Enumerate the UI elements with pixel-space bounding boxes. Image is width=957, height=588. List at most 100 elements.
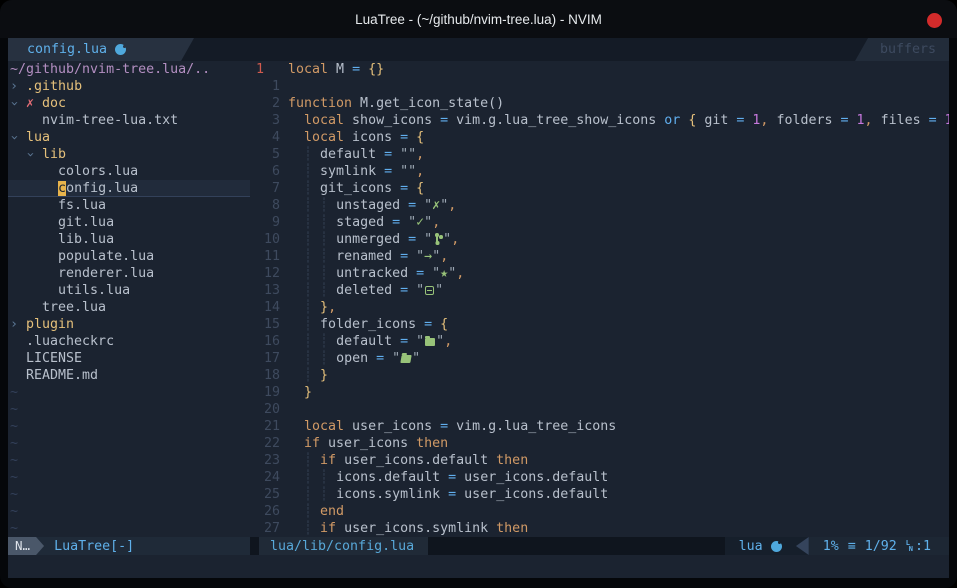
code-line[interactable]: 9 ┊ ┊ staged = "✓",: [250, 214, 949, 231]
terminal-content: config.lua buffers ~/github/nvim-tree.lu…: [8, 38, 949, 578]
code-line[interactable]: 18 ┊ }: [250, 367, 949, 384]
line-number: 2: [250, 95, 280, 112]
git-unstaged-icon: ✗: [26, 96, 34, 111]
code-line[interactable]: 12 ┊ ┊ untracked = "★",: [250, 265, 949, 282]
tree-window-label: LuaTree[-]: [54, 539, 134, 554]
window-separator[interactable]: [250, 537, 259, 555]
empty-line-tilde: ~: [8, 435, 250, 452]
code-line[interactable]: 8 ┊ ┊ unstaged = "✗",: [250, 197, 949, 214]
tree-item[interactable]: tree.lua: [8, 299, 250, 316]
code-line[interactable]: 4 local icons = {: [250, 129, 949, 146]
tree-item[interactable]: › plugin: [8, 316, 250, 333]
code-line[interactable]: 11 ┊ ┊ renamed = "→",: [250, 248, 949, 265]
code-line[interactable]: 27 ┊ if user_icons.symlink then: [250, 520, 949, 537]
tree-item[interactable]: populate.lua: [8, 248, 250, 265]
line-number: 18: [250, 367, 280, 384]
tree-item[interactable]: README.md: [8, 367, 250, 384]
line-number: 3: [250, 112, 280, 129]
code-line[interactable]: 17 ┊ ┊ open = "": [250, 350, 949, 367]
tree-item[interactable]: nvim-tree-lua.txt: [8, 112, 250, 129]
code-line[interactable]: 7 ┊ git_icons = {: [250, 180, 949, 197]
line-number: 12: [250, 265, 280, 282]
empty-line-tilde: ~: [8, 452, 250, 469]
tree-item[interactable]: › lib: [8, 146, 250, 163]
line-number: 14: [250, 299, 280, 316]
line-number: 5: [250, 146, 280, 163]
code-line[interactable]: 23 ┊ if user_icons.default then: [250, 452, 949, 469]
line-number-icon: LN: [906, 540, 913, 552]
line-number: 4: [250, 129, 280, 146]
tree-item[interactable]: fs.lua: [8, 197, 250, 214]
tree-item[interactable]: › .github: [8, 78, 250, 95]
line-number: 15: [250, 316, 280, 333]
tree-item[interactable]: renderer.lua: [8, 265, 250, 282]
tree-item[interactable]: LICENSE: [8, 350, 250, 367]
chevron-collapsed-icon: ›: [10, 79, 18, 94]
buffers-label: buffers: [880, 42, 936, 57]
tree-item[interactable]: config.lua: [8, 180, 250, 197]
titlebar: LuaTree - (~/github/nvim-tree.lua) - NVI…: [0, 0, 957, 38]
code-line[interactable]: 10 ┊ ┊ unmerged = "",: [250, 231, 949, 248]
filetype-segment: lua: [725, 537, 794, 555]
code-line[interactable]: 1local M = {}: [250, 61, 949, 78]
tree-item[interactable]: utils.lua: [8, 282, 250, 299]
line-number: 22: [250, 435, 280, 452]
line-number: 27: [250, 520, 280, 537]
empty-line-tilde: ~: [8, 486, 250, 503]
buffers-tab[interactable]: buffers: [855, 38, 949, 61]
tree-item[interactable]: colors.lua: [8, 163, 250, 180]
code-line[interactable]: 14 ┊ },: [250, 299, 949, 316]
code-line[interactable]: 21 local user_icons = vim.g.lua_tree_ico…: [250, 418, 949, 435]
tree-item[interactable]: › ✗ doc: [8, 95, 250, 112]
code-line[interactable]: 24 ┊ ┊ icons.default = user_icons.defaul…: [250, 469, 949, 486]
git-branch-icon: [433, 233, 442, 245]
position-segment: 1% ≡ 1/92 LN :1: [809, 537, 949, 555]
empty-line-tilde: ~: [8, 418, 250, 435]
code-line[interactable]: 2function M.get_icon_state(): [250, 95, 949, 112]
mode-indicator: N…: [8, 537, 44, 555]
block-cursor: c: [58, 181, 66, 196]
line-number: 23: [250, 452, 280, 469]
chevron-collapsed-icon: ›: [10, 317, 18, 332]
code-line[interactable]: 15 ┊ folder_icons = {: [250, 316, 949, 333]
column-label: :1: [915, 539, 931, 554]
code-line[interactable]: 20: [250, 401, 949, 418]
tree-item[interactable]: lib.lua: [8, 231, 250, 248]
tree-statusline: N… LuaTree[-]: [8, 537, 250, 555]
code-line[interactable]: 26 ┊ end: [250, 503, 949, 520]
line-number: 13: [250, 282, 280, 299]
code-line[interactable]: 13 ┊ ┊ deleted = "": [250, 282, 949, 299]
code-line[interactable]: 22 if user_icons then: [250, 435, 949, 452]
command-line[interactable]: [8, 555, 949, 578]
tree-item[interactable]: ~/github/nvim-tree.lua/..: [8, 61, 250, 78]
code-line[interactable]: 1: [250, 78, 949, 95]
tree-item[interactable]: .luacheckrc: [8, 333, 250, 350]
lua-moon-icon: [115, 44, 126, 55]
file-tree: ~/github/nvim-tree.lua/..› .github› ✗ do…: [8, 61, 250, 537]
tree-item[interactable]: › lua: [8, 129, 250, 146]
line-number: 11: [250, 248, 280, 265]
code-line[interactable]: 25 ┊ ┊ icons.symlink = user_icons.defaul…: [250, 486, 949, 503]
code-line[interactable]: 5 ┊ default = "",: [250, 146, 949, 163]
code-editor: 1local M = {}12function M.get_icon_state…: [250, 61, 949, 537]
code-line[interactable]: 3 local show_icons = vim.g.lua_tree_show…: [250, 112, 949, 129]
code-line[interactable]: 19 }: [250, 384, 949, 401]
line-number: 26: [250, 503, 280, 520]
folder-closed-icon: [425, 338, 435, 346]
code-line[interactable]: 16 ┊ ┊ default = "",: [250, 333, 949, 350]
line-number: 10: [250, 231, 280, 248]
line-number: 7: [250, 180, 280, 197]
file-statusline: lua/lib/config.lua lua 1% ≡ 1/92 LN :1: [259, 537, 949, 555]
tab-config-lua[interactable]: config.lua: [8, 38, 194, 61]
code-line[interactable]: 6 ┊ symlink = "",: [250, 163, 949, 180]
tabline: config.lua buffers: [8, 38, 949, 61]
empty-line-tilde: ~: [8, 401, 250, 418]
empty-line-tilde: ~: [8, 503, 250, 520]
tree-item[interactable]: git.lua: [8, 214, 250, 231]
line-number: 6: [250, 163, 280, 180]
line-number: 16: [250, 333, 280, 350]
line-number: 1: [250, 78, 280, 95]
statusline: N… LuaTree[-] lua/lib/config.lua lua 1% …: [8, 537, 949, 555]
close-button[interactable]: [927, 13, 942, 28]
line-number: 20: [250, 401, 280, 418]
